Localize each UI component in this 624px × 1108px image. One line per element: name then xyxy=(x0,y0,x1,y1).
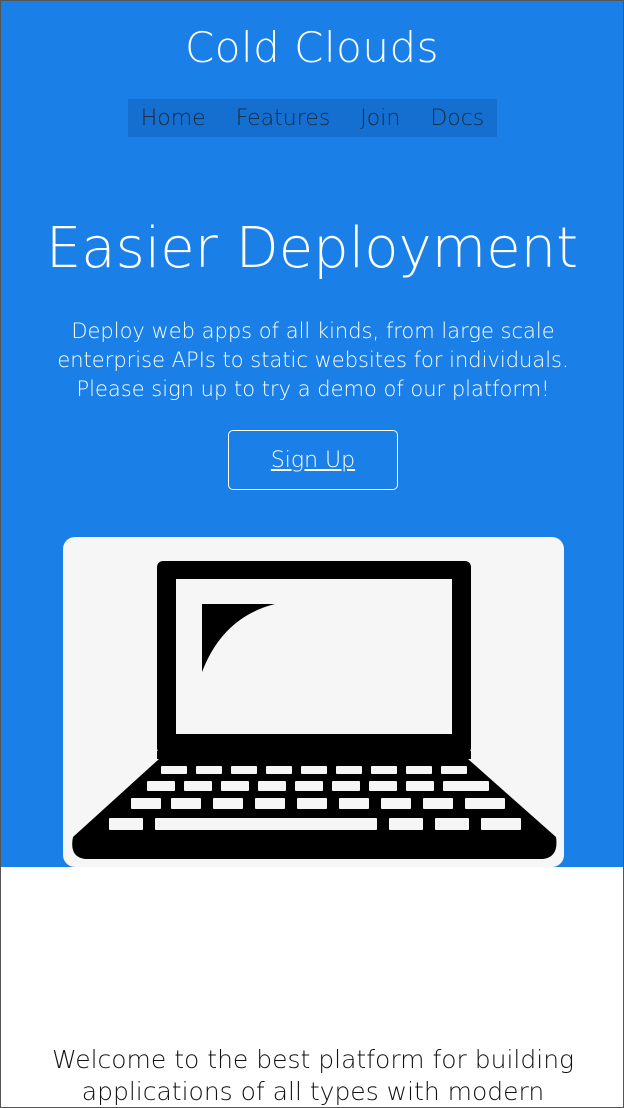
nav-item-docs[interactable]: Docs xyxy=(430,106,484,131)
nav-item-home[interactable]: Home xyxy=(141,106,206,131)
intro-text: Welcome to the best platform for buildin… xyxy=(51,1045,575,1106)
hero-image xyxy=(63,537,564,867)
hero-lead: Deploy web apps of all kinds, from large… xyxy=(57,319,569,401)
laptop-icon xyxy=(72,561,557,859)
site-title: Cold Clouds xyxy=(184,23,440,72)
main-nav: Home Features Join Docs xyxy=(128,99,497,137)
hero-headline: Easier Deployment xyxy=(45,216,579,281)
nav-item-join[interactable]: Join xyxy=(360,106,400,131)
hero-section: Cold Clouds Home Features Join Docs Easi… xyxy=(1,1,623,867)
nav-item-features[interactable]: Features xyxy=(236,106,331,131)
signup-button[interactable]: Sign Up xyxy=(228,430,398,490)
